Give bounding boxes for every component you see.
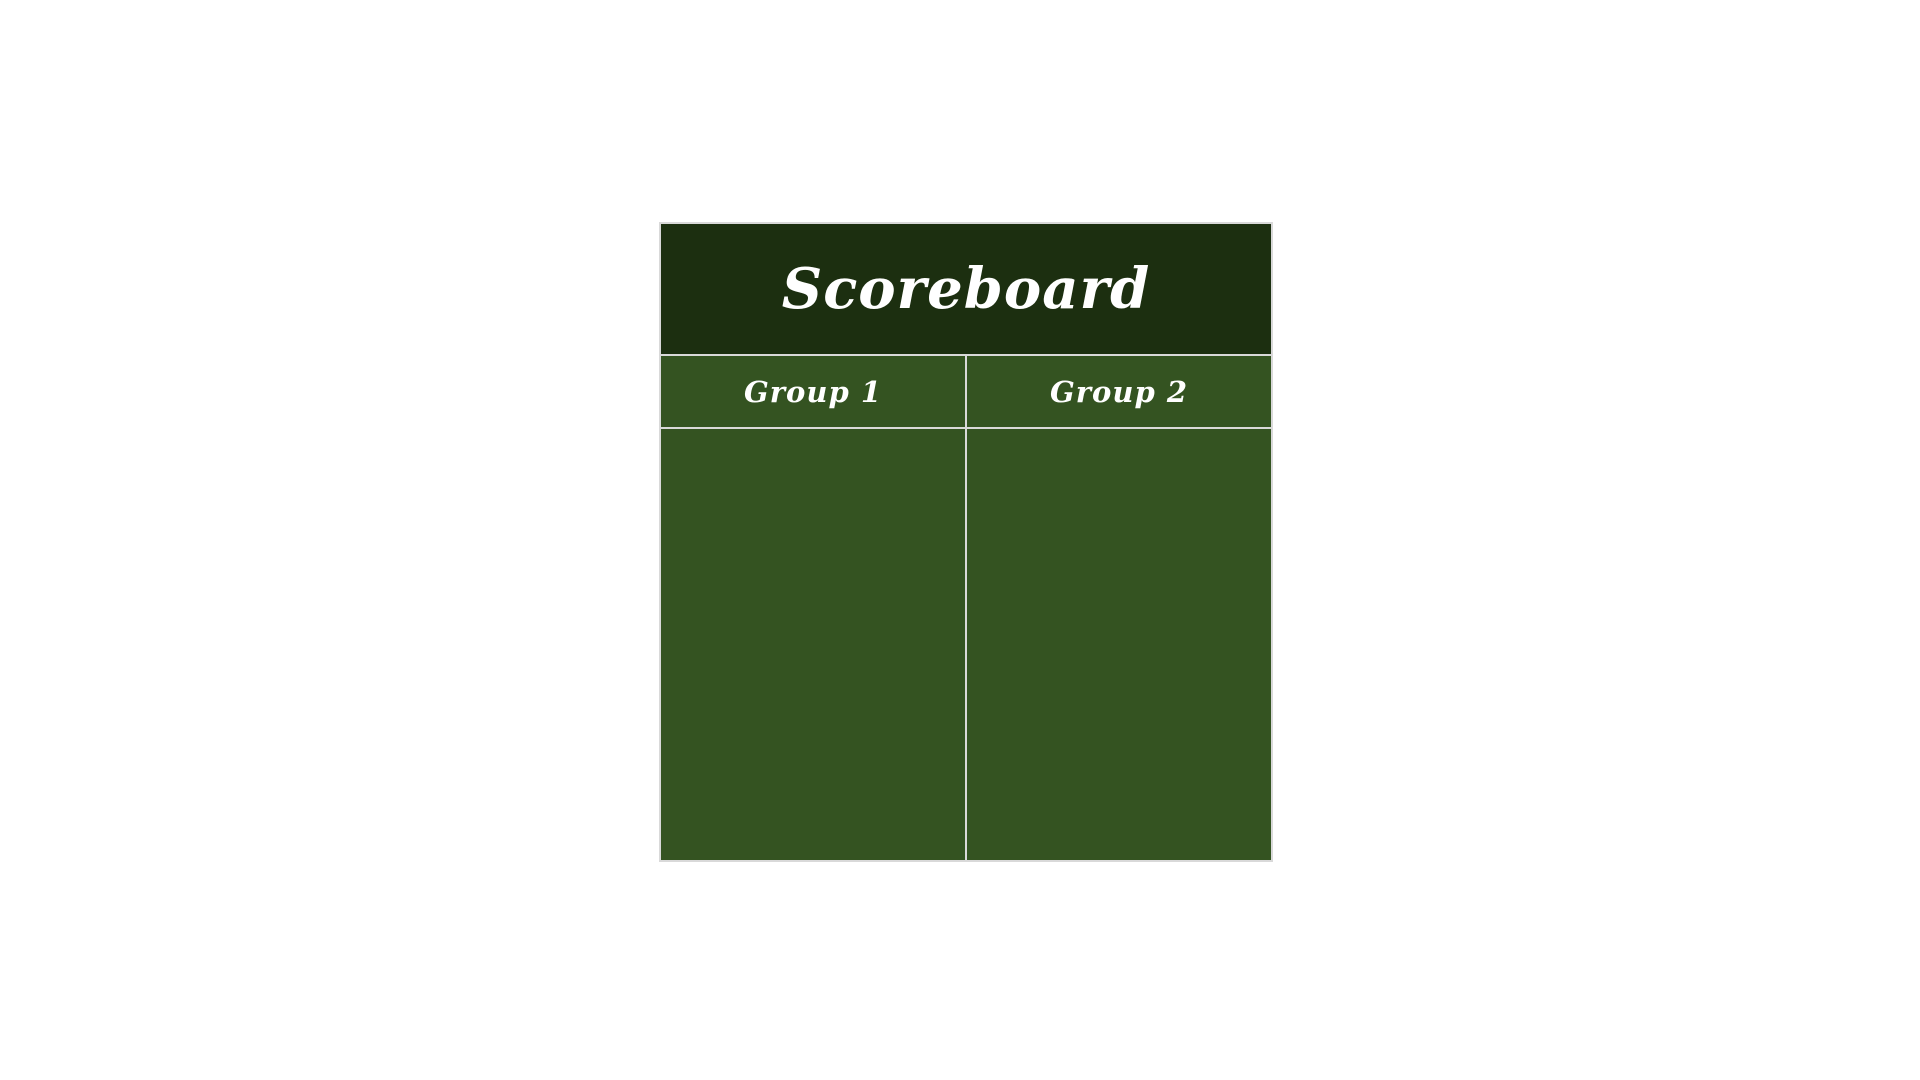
group-score-row [661, 429, 1271, 860]
scoreboard-table: Scoreboard Group 1 Group 2 [659, 222, 1273, 862]
group-2-header[interactable]: Group 2 [965, 356, 1271, 427]
group-1-score-cell[interactable] [661, 429, 965, 860]
group-2-score-cell[interactable] [965, 429, 1271, 860]
group-1-header[interactable]: Group 1 [661, 356, 965, 427]
scoreboard-header: Scoreboard [661, 224, 1271, 356]
group-header-row: Group 1 Group 2 [661, 356, 1271, 429]
scoreboard-title: Scoreboard [781, 256, 1151, 322]
